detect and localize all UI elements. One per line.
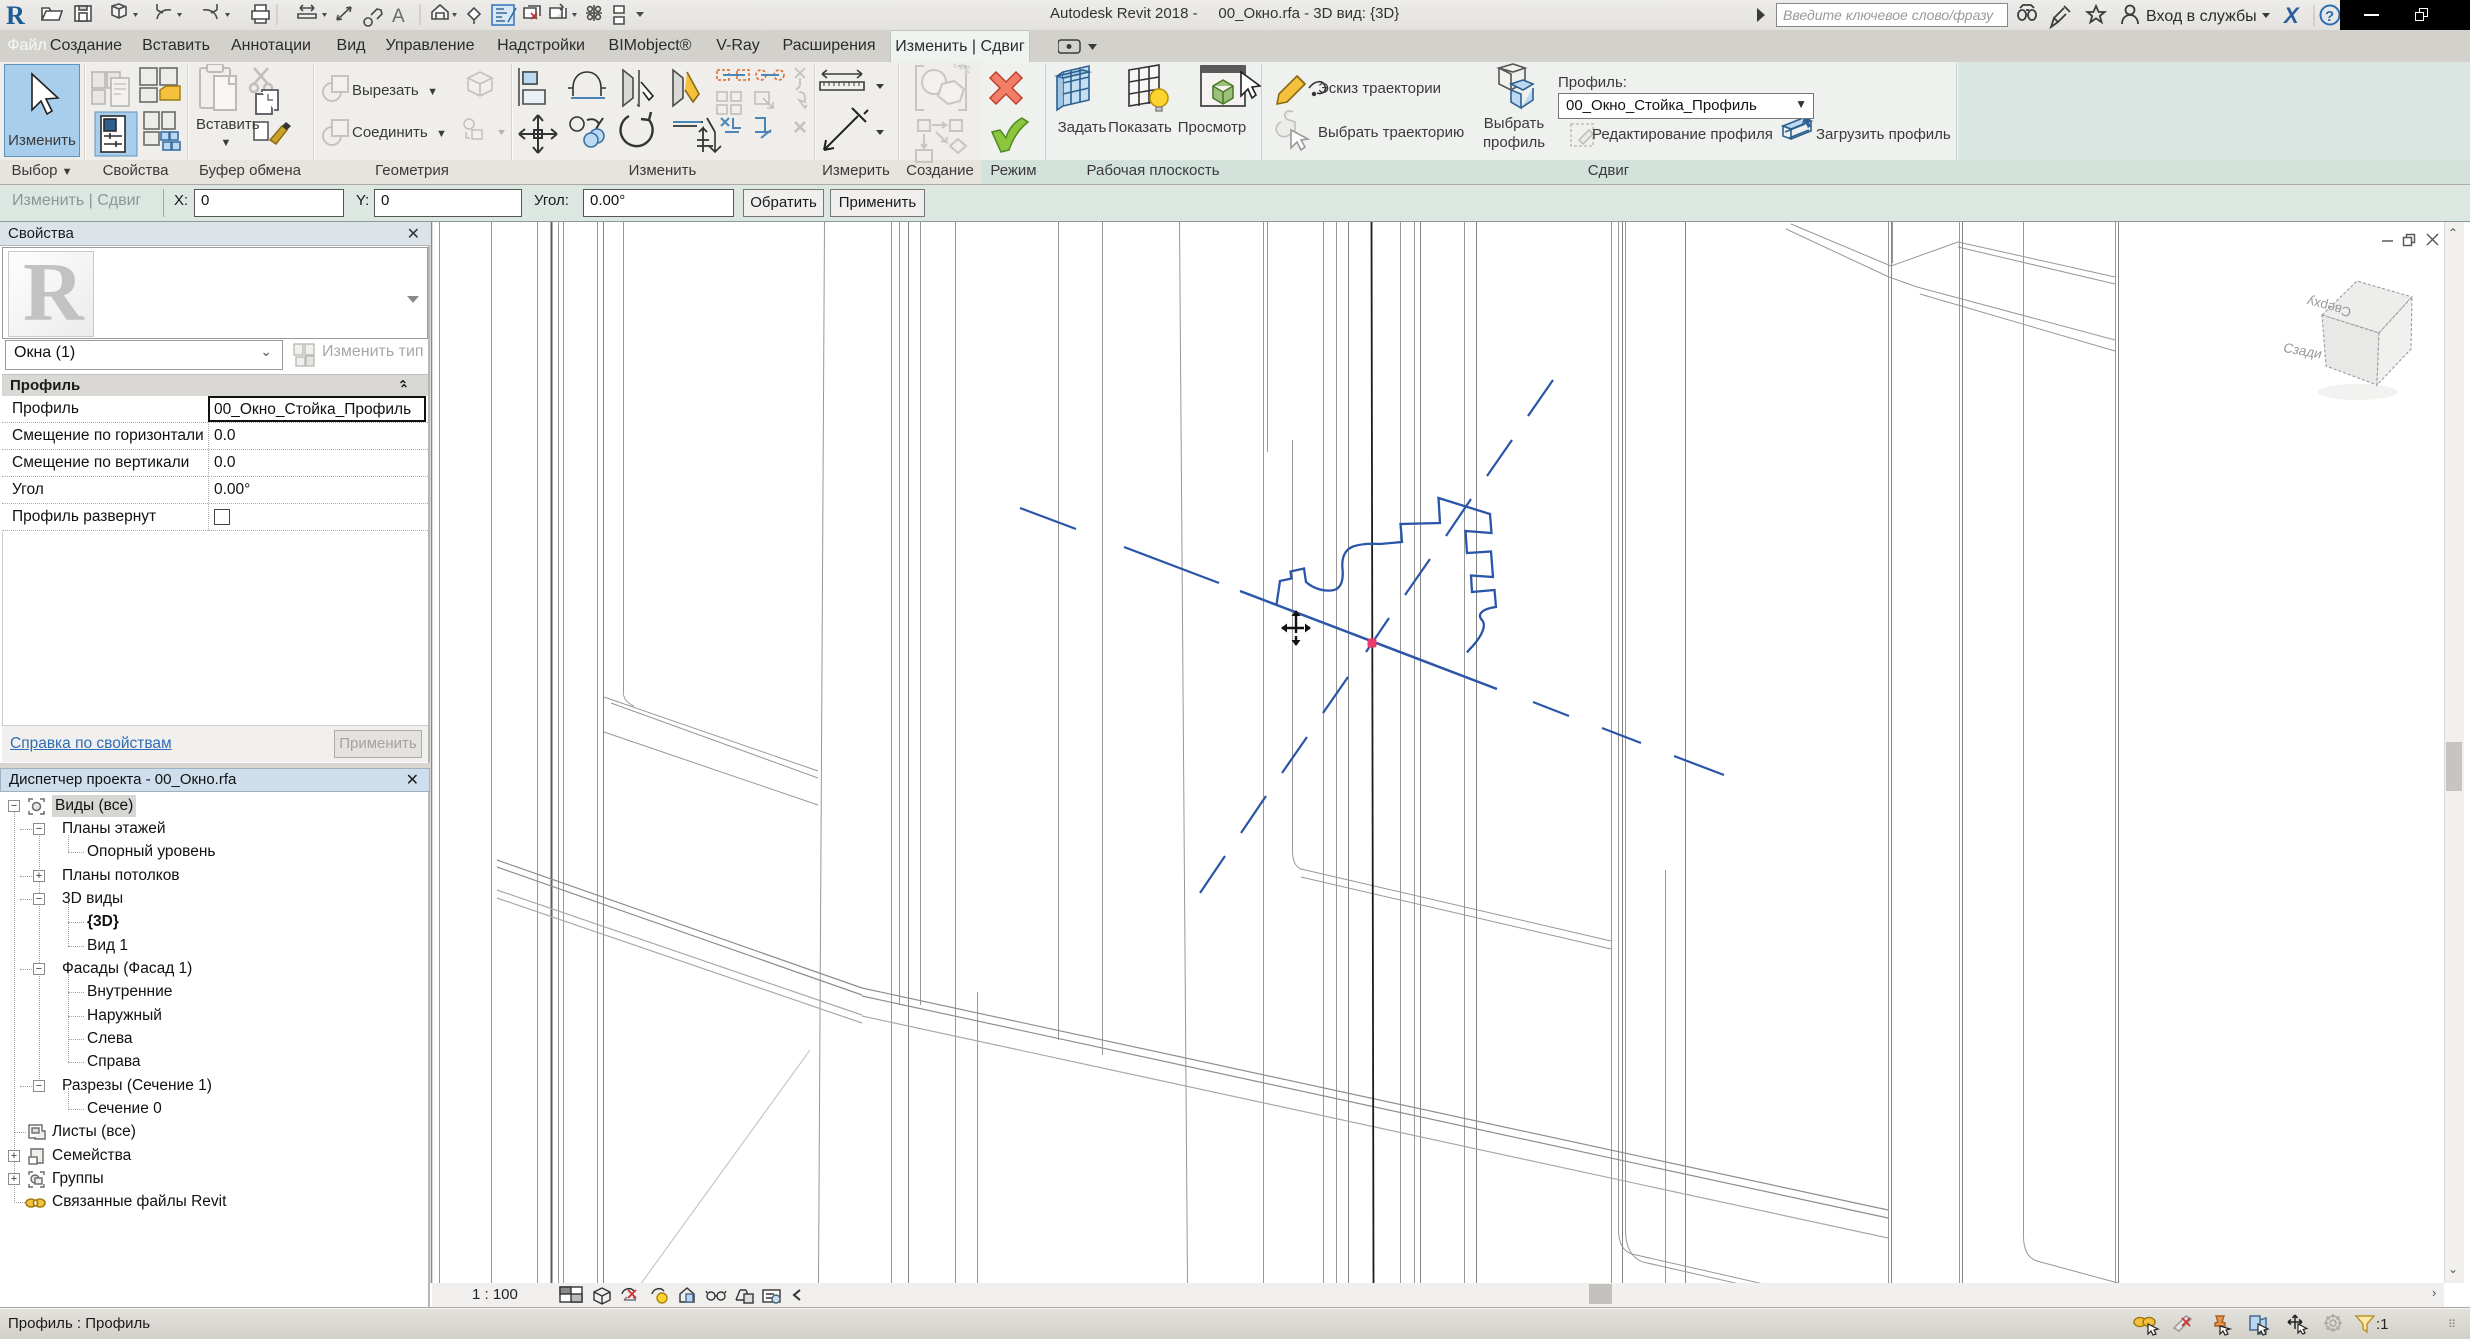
svg-text:X: X: [2282, 3, 2300, 28]
svg-text:A: A: [392, 6, 405, 27]
svg-text:Сзади: Сзади: [2281, 340, 2324, 361]
svg-text::1: :1: [2376, 1316, 2389, 1333]
svg-text:R: R: [6, 1, 25, 30]
svg-text:Вход в службы: Вход в службы: [2146, 8, 2257, 25]
svg-text:?: ?: [2325, 8, 2334, 25]
